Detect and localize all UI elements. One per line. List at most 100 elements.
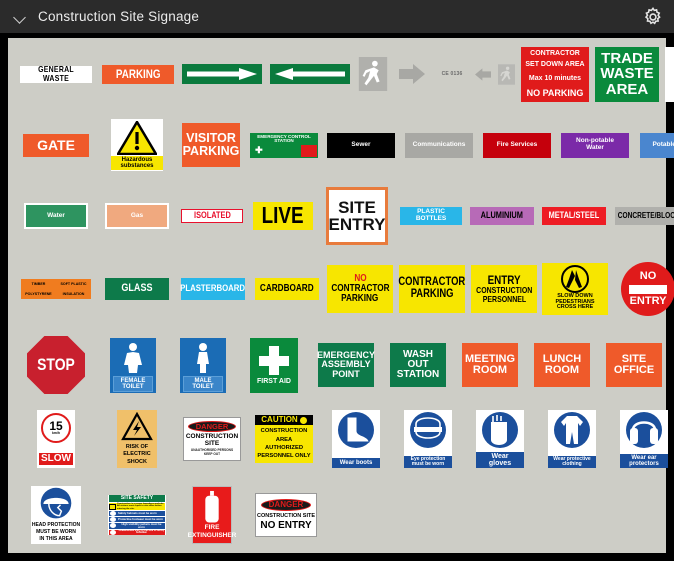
sign-timber-soft-plastic[interactable]: TIMBER SOFT PLASTIC POLYSTYRENE INSULATI… xyxy=(14,279,98,299)
sign-wear-ear-protectors[interactable]: Wear ear protectors xyxy=(608,410,674,468)
sign-wear-protective-clothing[interactable]: Wear protective clothing xyxy=(536,410,608,468)
sign-line-3: AUTHORIZED xyxy=(265,444,303,451)
sign-slow-down-pedestrians[interactable]: SLOW DOWN PEDESTRIANS CROSS HERE xyxy=(540,263,610,315)
sign-cell-4: INSULATION xyxy=(62,292,85,296)
chevron-down-icon[interactable] xyxy=(12,9,28,25)
sign-water[interactable]: Water xyxy=(14,203,98,229)
sign-contractor-parking[interactable]: CONTRACTOR PARKING xyxy=(396,265,468,313)
sign-emergency-control-station[interactable]: EMERGENCY CONTROL STATION ✚ xyxy=(246,132,322,158)
sign-arrow-right[interactable] xyxy=(178,64,266,84)
sign-non-potable-water[interactable]: Non-potable Water xyxy=(556,132,634,158)
sign-line-3: SHOCK xyxy=(127,458,147,465)
sign-isolated[interactable]: ISOLATED xyxy=(176,209,248,223)
sign-line-4: NO PARKING xyxy=(526,88,584,99)
boot-icon xyxy=(338,412,374,448)
arrow-right-icon xyxy=(187,68,257,80)
sign-visitor-parking[interactable]: VISITOR PARKING xyxy=(176,123,246,167)
sign-gas[interactable]: Gas xyxy=(98,203,176,229)
gear-icon[interactable] xyxy=(642,6,664,28)
sign-line-2: OFFICE xyxy=(613,364,655,376)
sign-label: ISOLATED xyxy=(193,210,231,221)
sign-item-1: Construction is a proper hazardous works… xyxy=(117,502,165,510)
sign-entry-construction-personnel[interactable]: ENTRY CONSTRUCTION PERSONNEL xyxy=(468,265,540,313)
pedestrian-crossing-icon xyxy=(561,265,589,293)
sign-male-toilet[interactable]: MALE TOILET xyxy=(168,337,238,393)
sign-line-1: NO xyxy=(639,270,657,283)
sign-metal-steel[interactable]: METAL/STEEL xyxy=(538,207,610,225)
sign-risk-of-electric-shock[interactable]: RISK OF ELECTRIC SHOCK xyxy=(98,410,176,468)
sign-label: Fire Services xyxy=(496,140,538,148)
sign-fire-exit-running-man[interactable] xyxy=(354,57,392,91)
sign-item-2: Safety helmets must be worn xyxy=(118,511,157,516)
sign-danger-no-entry[interactable]: DANGER CONSTRUCTION SITE NO ENTRY xyxy=(248,493,324,537)
sign-plasterboard[interactable]: PLASTERBOARD xyxy=(176,278,250,300)
sign-wear-gloves[interactable]: Wear gloves xyxy=(464,410,536,468)
sign-label: Sewer xyxy=(351,140,371,148)
sign-grey-arrow-right[interactable] xyxy=(392,62,432,86)
no-entry-bar-icon xyxy=(629,284,667,294)
sign-head-protection[interactable]: HEAD PROTECTION MUST BE WORN IN THIS ARE… xyxy=(14,486,98,544)
sign-line-2: clothing xyxy=(562,460,582,467)
sign-grey-arrow-left[interactable] xyxy=(472,67,494,82)
sign-two-way[interactable]: TWO WAY xyxy=(662,46,674,102)
sign-line-2: TOILET xyxy=(122,383,144,390)
sign-gate[interactable]: GATE xyxy=(14,133,98,157)
sign-label: Gas xyxy=(130,211,144,219)
caution-dot-icon xyxy=(299,416,307,424)
sign-hazardous-substances[interactable]: Hazardous substances xyxy=(98,119,176,171)
sign-fire-exit-running-man-2[interactable] xyxy=(494,63,518,85)
sign-glass[interactable]: GLASS xyxy=(98,278,176,300)
sign-live[interactable]: LIVE xyxy=(248,202,318,230)
sign-female-toilet[interactable]: FEMALE TOILET xyxy=(98,337,168,393)
sign-label: STOP xyxy=(37,355,75,375)
sign-no-contractor-parking[interactable]: NO CONTRACTOR PARKING xyxy=(324,265,396,313)
sign-eye-protection[interactable]: Eye protection must be worn xyxy=(392,410,464,468)
sign-potable-water[interactable]: Potable Water xyxy=(634,132,674,158)
sign-lunch-room[interactable]: LUNCH ROOM xyxy=(526,343,598,387)
row-6-hazard-ppe: 15 km/h SLOW RISK OF ELECTRIC SHOCK DANG… xyxy=(8,404,668,474)
sign-wear-boots[interactable]: Wear boots xyxy=(320,410,392,468)
sign-trade-waste-area[interactable]: TRADE WASTE AREA xyxy=(592,46,662,102)
sign-first-aid[interactable]: FIRST AID xyxy=(238,337,310,393)
sign-label: SLOW xyxy=(39,452,73,465)
sign-plastic-bottles[interactable]: PLASTIC BOTTLES xyxy=(396,207,466,225)
sign-emergency-assembly-point[interactable]: EMERGENCY ASSEMBLY POINT xyxy=(310,343,382,387)
sign-fire-services[interactable]: Fire Services xyxy=(478,132,556,158)
sign-fire-extinguisher[interactable]: FIRE EXTINGUISHER xyxy=(176,486,248,544)
sign-label: LIVE xyxy=(262,202,304,229)
sign-cardboard[interactable]: CARDBOARD xyxy=(250,278,324,300)
sign-label: Water xyxy=(47,211,65,219)
sign-general-waste[interactable]: GENERAL WASTE xyxy=(14,65,98,83)
sign-site-office[interactable]: SITE OFFICE xyxy=(598,343,670,387)
app-window: Construction Site Signage GENERAL WASTE … xyxy=(0,0,674,561)
sign-speed-limit-slow[interactable]: 15 km/h SLOW xyxy=(14,410,98,468)
gloves-icon xyxy=(482,412,518,448)
fire-extinguisher-icon xyxy=(205,490,219,523)
ear-protectors-icon xyxy=(626,412,662,448)
sign-label: METAL/STEEL xyxy=(548,210,600,221)
sign-aluminium[interactable]: ALUMINIUM xyxy=(466,207,538,225)
sign-communications[interactable]: Communications xyxy=(400,132,478,158)
sign-line-3: PERSONNEL xyxy=(482,294,526,305)
sign-concrete-block[interactable]: CONCRETE/BLOCK xyxy=(610,207,674,225)
sign-site-safety[interactable]: SITE SAFETY Construction is a proper haz… xyxy=(98,494,176,536)
sign-parking[interactable]: PARKING xyxy=(98,64,178,84)
sign-stop[interactable]: STOP xyxy=(14,336,98,394)
sign-wash-out-station[interactable]: WASH OUT STATION xyxy=(382,343,454,387)
sign-line-2: ENTRY xyxy=(328,215,386,234)
sign-label: ALUMINIUM xyxy=(480,210,524,221)
sign-contractor-set-down[interactable]: CONTRACTOR SET DOWN AREA Max 10 minutes … xyxy=(518,46,592,102)
sign-no-entry-circle[interactable]: NO ENTRY xyxy=(610,262,674,316)
sign-line-2: protectors xyxy=(629,460,659,467)
speed-unit: km/h xyxy=(52,431,60,436)
sign-danger-construction-site[interactable]: DANGER CONSTRUCTION SITE UNAUTHORISED PE… xyxy=(176,417,248,461)
sign-site-entry[interactable]: SITE ENTRY xyxy=(318,187,396,245)
sign-caution-construction-area[interactable]: CAUTION CONSTRUCTION AREA AUTHORIZED PER… xyxy=(248,415,320,463)
sign-arrow-left[interactable] xyxy=(266,64,354,84)
sign-meeting-room[interactable]: MEETING ROOM xyxy=(454,343,526,387)
sign-line-3: IN THIS AREA xyxy=(39,536,73,542)
sign-line-2: ENTRY xyxy=(629,294,667,307)
electric-shock-triangle-icon xyxy=(121,412,153,441)
sign-sewer[interactable]: Sewer xyxy=(322,132,400,158)
sign-line-2: TOILET xyxy=(192,383,214,390)
